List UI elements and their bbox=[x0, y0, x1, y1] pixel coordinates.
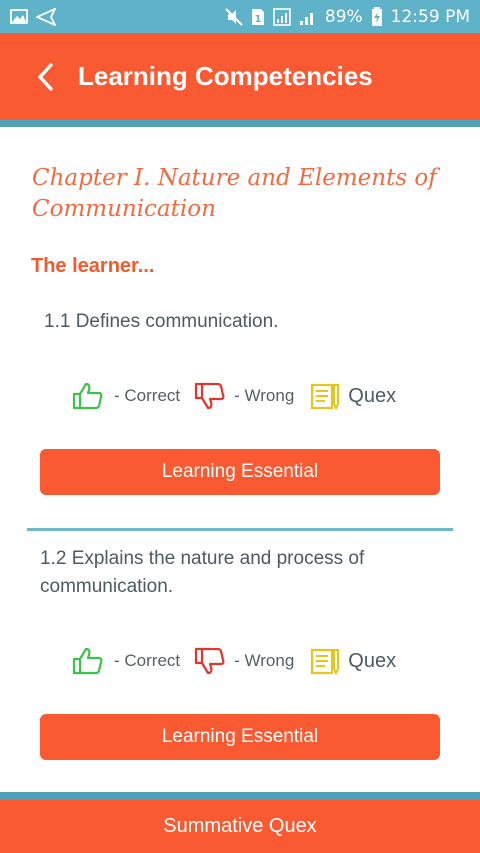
quex-label[interactable]: Quex bbox=[348, 650, 396, 673]
section-divider bbox=[27, 528, 453, 531]
quiz-notebook-icon[interactable] bbox=[310, 647, 340, 675]
learning-essential-button[interactable]: Learning Essential bbox=[40, 449, 440, 495]
battery-percent: 89% bbox=[324, 6, 363, 27]
mute-icon bbox=[225, 7, 243, 26]
header-divider bbox=[0, 120, 480, 127]
status-bar: 1 89% 12:59 PM bbox=[0, 0, 480, 33]
thumbs-up-icon[interactable] bbox=[72, 382, 104, 410]
feedback-row: - Correct - Wrong Quex bbox=[72, 381, 396, 411]
svg-text:1: 1 bbox=[254, 14, 261, 25]
signal-icon bbox=[299, 8, 317, 26]
chapter-title: Chapter I. Nature and Elements of Commun… bbox=[32, 165, 437, 222]
thumbs-up-icon[interactable] bbox=[72, 647, 104, 675]
footer-divider bbox=[0, 792, 480, 800]
learner-label: The learner... bbox=[31, 255, 155, 277]
learning-essential-button[interactable]: Learning Essential bbox=[40, 714, 440, 760]
quex-label[interactable]: Quex bbox=[348, 385, 396, 408]
gallery-icon bbox=[10, 9, 28, 24]
wrong-label: - Wrong bbox=[234, 386, 295, 405]
sim-icon: 1 bbox=[251, 8, 265, 26]
send-icon bbox=[36, 7, 56, 26]
competency-text: 1.2 Explains the nature and process of c… bbox=[40, 548, 365, 597]
signal-box-icon bbox=[273, 7, 291, 26]
wrong-label: - Wrong bbox=[234, 651, 295, 670]
correct-label: - Correct bbox=[114, 386, 181, 405]
correct-label: - Correct bbox=[114, 651, 181, 670]
thumbs-down-icon[interactable] bbox=[194, 647, 226, 675]
thumbs-down-icon[interactable] bbox=[194, 382, 226, 410]
competencies-list[interactable]: Chapter I. Nature and Elements of Commun… bbox=[0, 127, 480, 792]
back-button[interactable] bbox=[30, 57, 60, 97]
clock: 12:59 PM bbox=[390, 6, 470, 27]
summative-quex-button[interactable]: Summative Quex bbox=[0, 800, 480, 853]
quiz-notebook-icon[interactable] bbox=[310, 382, 340, 410]
battery-icon bbox=[371, 6, 383, 27]
page-title: Learning Competencies bbox=[78, 61, 373, 91]
chevron-left-icon bbox=[38, 62, 53, 91]
competency-text: 1.1 Defines communication. bbox=[44, 311, 279, 332]
app-header: Learning Competencies bbox=[0, 33, 480, 120]
feedback-row: - Correct - Wrong Quex bbox=[72, 646, 396, 676]
